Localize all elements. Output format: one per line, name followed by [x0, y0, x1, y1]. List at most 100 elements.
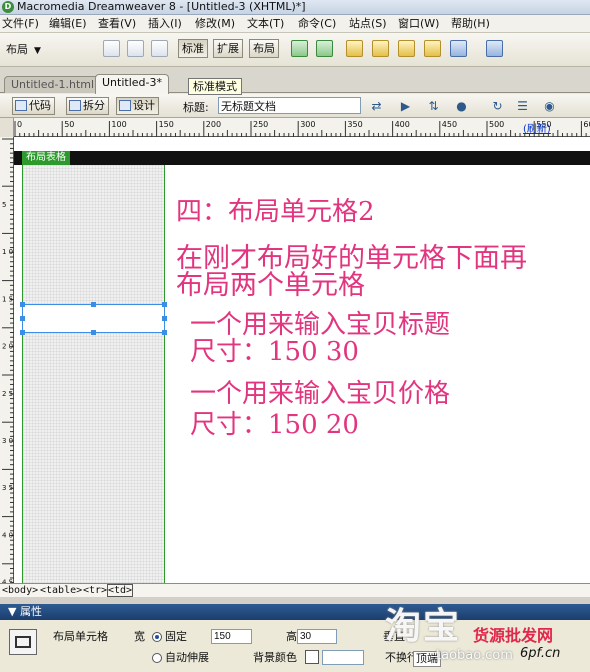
refresh-icon[interactable]: ↻: [489, 98, 506, 114]
layout-table-header-bar: [14, 151, 590, 165]
resize-handle[interactable]: [91, 302, 96, 307]
insert-row-above-icon[interactable]: [398, 40, 415, 57]
menu-edit[interactable]: 编辑(E): [49, 16, 87, 32]
expanded-mode-button[interactable]: 扩展: [213, 39, 243, 58]
menu-view[interactable]: 查看(V): [98, 16, 136, 32]
layout-cell-selected[interactable]: [22, 304, 165, 333]
autostretch-radio[interactable]: [152, 653, 162, 663]
ruler-label: 1 0: [2, 248, 13, 256]
chevron-down-icon: ▼: [34, 46, 41, 56]
ruler-label: 400: [395, 120, 410, 129]
menu-text[interactable]: 文本(T): [247, 16, 284, 32]
properties-panel-header[interactable]: ▼ 属性: [0, 604, 590, 620]
frames-icon[interactable]: [450, 40, 467, 57]
tag-selector-bar: <body> <table> <tr> <td>: [0, 583, 590, 597]
resize-handle[interactable]: [20, 302, 25, 307]
fixed-width-radio[interactable]: [152, 632, 162, 642]
insert-rows-icon[interactable]: [346, 40, 363, 57]
ruler-label: 500: [489, 120, 504, 129]
layer-icon[interactable]: [127, 40, 144, 57]
design-view-icon: [119, 100, 131, 111]
height-input[interactable]: [297, 629, 337, 644]
view-options-icon[interactable]: ☰: [514, 98, 531, 114]
ruler-label: 5: [2, 201, 6, 209]
taobao-url-watermark: taobao.com: [436, 648, 513, 663]
code-view-button[interactable]: 代码: [12, 97, 55, 115]
insert-columns-icon[interactable]: [372, 40, 389, 57]
insert-column-left-icon[interactable]: [424, 40, 441, 57]
document-toolbar: 代码 拆分 设计 标题: ⇄ ▶ ⇅ ● ↻ ☰ ◉: [0, 94, 590, 118]
menu-help[interactable]: 帮助(H): [451, 16, 490, 32]
code-view-icon: [15, 100, 27, 111]
annotation-line-1: 在刚才布局好的单元格下面再: [176, 243, 527, 274]
resize-handle[interactable]: [162, 330, 167, 335]
tag-td[interactable]: <td>: [107, 584, 134, 597]
code-view-label: 代码: [29, 99, 51, 112]
menu-commands[interactable]: 命令(C): [298, 16, 336, 32]
annotation-item1-size: 尺寸：150 30: [190, 337, 359, 367]
layout-table-tab[interactable]: 布局表格: [22, 151, 70, 165]
menu-insert[interactable]: 插入(I): [148, 16, 182, 32]
insert-toolbar: 布局 ▼ 标准 扩展 布局: [0, 33, 590, 67]
resize-handle[interactable]: [162, 302, 167, 307]
document-title-label: 标题:: [183, 101, 209, 114]
width-input[interactable]: [211, 629, 252, 644]
insert-category-select[interactable]: 布局 ▼: [6, 41, 41, 59]
height-label: 高: [286, 630, 297, 643]
refresh-layout-link[interactable]: (刷新): [523, 120, 551, 135]
document-title-input[interactable]: [218, 97, 361, 114]
resize-handle[interactable]: [91, 330, 96, 335]
layout-table-area[interactable]: [22, 165, 165, 583]
table-icon[interactable]: [103, 40, 120, 57]
vertical-ruler-ticks: 51 01 52 02 53 03 54 04 55 0: [2, 138, 14, 583]
ruler-label: 3 5: [2, 484, 13, 492]
menu-file[interactable]: 文件(F): [2, 16, 39, 32]
bg-color-picker[interactable]: [305, 650, 319, 664]
menu-window[interactable]: 窗口(W): [398, 16, 439, 32]
window-title: Macromedia Dreamweaver 8 - [Untitled-3 (…: [17, 0, 306, 13]
ruler-label: 1 5: [2, 295, 13, 303]
split-view-icon: [69, 100, 81, 111]
visual-aids-icon[interactable]: ◉: [541, 98, 558, 114]
width-label: 宽: [134, 630, 145, 643]
horizontal-ruler-ticks: 050100150200250300350400450500550600: [14, 120, 590, 137]
bg-color-input[interactable]: [322, 650, 364, 665]
ruler-label: 250: [253, 120, 268, 129]
tab-untitled-1[interactable]: Untitled-1.html: [4, 76, 102, 93]
layout-table-icon[interactable]: [291, 40, 308, 57]
standard-mode-button[interactable]: 标准: [178, 39, 208, 58]
layout-mode-button[interactable]: 布局: [249, 39, 279, 58]
menu-modify[interactable]: 修改(M): [195, 16, 235, 32]
ruler-label: 0: [17, 120, 22, 129]
browser-check-icon[interactable]: ●: [453, 98, 470, 114]
ruler-label: 150: [159, 120, 174, 129]
tab-untitled-3[interactable]: Untitled-3*: [95, 74, 169, 94]
resize-handle[interactable]: [162, 316, 167, 321]
draw-layout-cell-icon[interactable]: [316, 40, 333, 57]
ruler-label: 300: [300, 120, 315, 129]
tabular-data-icon[interactable]: [486, 40, 503, 57]
ruler-label: 4 0: [2, 531, 13, 539]
resize-handle[interactable]: [20, 316, 25, 321]
split-view-button[interactable]: 拆分: [66, 97, 109, 115]
menu-site[interactable]: 站点(S): [349, 16, 387, 32]
ruler-label: 450: [442, 120, 457, 129]
annotation-line-2: 布局两个单元格: [176, 270, 365, 301]
tag-body[interactable]: <body>: [2, 584, 38, 597]
layout-cell-icon: [9, 629, 37, 655]
tag-tr[interactable]: <tr>: [83, 584, 107, 597]
tag-table[interactable]: <table>: [40, 584, 82, 597]
resize-handle[interactable]: [20, 330, 25, 335]
file-management-icon[interactable]: ⇄: [368, 98, 385, 114]
element-type-label: 布局单元格: [53, 630, 108, 643]
preview-in-browser-icon[interactable]: ▶: [397, 98, 414, 114]
design-view-button[interactable]: 设计: [116, 97, 159, 115]
split-view-label: 拆分: [83, 99, 105, 112]
ruler-label: 350: [347, 120, 362, 129]
design-view-label: 设计: [133, 99, 155, 112]
annotation-item2-size: 尺寸：150 20: [190, 410, 359, 440]
check-page-icon[interactable]: ⇅: [425, 98, 442, 114]
draw-layer-icon[interactable]: [151, 40, 168, 57]
ruler-label: 2 5: [2, 390, 13, 398]
ruler-label: 2 0: [2, 343, 13, 351]
